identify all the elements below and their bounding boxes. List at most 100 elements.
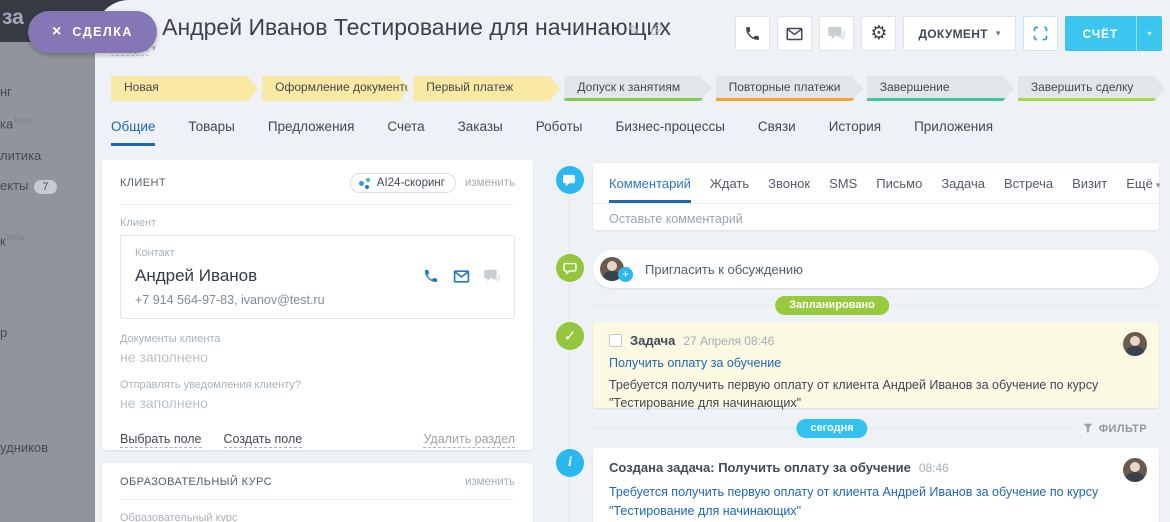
tab-roboty[interactable]: Роботы [536, 119, 583, 146]
close-deal-slider-button[interactable]: × СДЕЛКА [28, 11, 157, 53]
task-checkbox[interactable] [609, 334, 622, 347]
client-edit-link[interactable]: изменить [465, 177, 515, 189]
timeline-tab-zhdat[interactable]: Ждать [710, 176, 749, 203]
left-sidebar: нг каbeta литика екты7 кbeta р удников [0, 42, 95, 522]
task-datetime: 27 Апреля 08:46 [683, 334, 774, 348]
client-docs-label: Документы клиента [120, 333, 515, 345]
contact-mail-icon[interactable] [453, 270, 470, 288]
sidebar-item-3[interactable]: литика [0, 148, 41, 163]
task-type: Задача [630, 333, 675, 348]
course-edit-link[interactable]: изменить [465, 476, 515, 488]
discussion-entry-icon [556, 254, 584, 282]
task-entry-icon: ✓ [556, 322, 584, 350]
open-fullscreen-button[interactable] [1023, 16, 1058, 51]
course-section-title: ОБРАЗОВАТЕЛЬНЫЙ КУРС [120, 476, 272, 488]
gear-icon: ⚙ [870, 24, 887, 43]
backdrop-partial-text: за [2, 6, 24, 30]
chat-icon [828, 26, 845, 41]
stage-zavershenie[interactable]: Завершение [867, 76, 1014, 101]
invoice-split-button: СЧЁТ ▾ [1065, 16, 1162, 51]
tab-biznes-processy[interactable]: Бизнес-процессы [615, 119, 724, 146]
email-button[interactable] [777, 16, 812, 51]
event-title: Создана задача: Получить оплату за обуче… [609, 460, 911, 475]
today-badge: сегодня [796, 419, 867, 438]
document-button[interactable]: ДОКУМЕНТ ▾ [903, 16, 1015, 51]
sidebar-item-5[interactable]: кbeta [0, 232, 24, 248]
contact-info: +7 914 564-97-83, ivanov@test.ru [135, 293, 500, 307]
invoice-dropdown-button[interactable]: ▾ [1136, 16, 1162, 51]
client-field-label: Клиент [120, 217, 515, 229]
client-section-title: КЛИЕНТ [120, 177, 166, 189]
ai-scoring-button[interactable]: AI24-скоринг [350, 173, 456, 193]
filter-icon [1083, 423, 1093, 436]
tab-predlozheniya[interactable]: Предложения [268, 119, 355, 146]
event-description-link[interactable]: Требуется получить первую оплату от клие… [609, 483, 1129, 521]
contact-label: Контакт [135, 247, 500, 259]
timeline-tab-more[interactable]: Ещё▾ [1126, 176, 1160, 203]
task-title-link[interactable]: Получить оплату за обучение [609, 356, 1143, 370]
chat-button[interactable] [819, 16, 854, 51]
chevron-down-icon: ▾ [996, 28, 1001, 39]
client-notify-label: Отправлять уведомления клиенту? [120, 379, 515, 391]
sidebar-item-4[interactable]: екты7 [0, 178, 57, 194]
stage-pervyj-platezh[interactable]: Первый платеж [413, 76, 560, 101]
select-field-link[interactable]: Выбрать поле [120, 432, 202, 448]
invite-to-discussion[interactable]: + Пригласить к обсуждению [593, 250, 1159, 288]
timeline-composer: Комментарий Ждать Звонок SMS Письмо Зада… [593, 163, 1159, 230]
create-field-link[interactable]: Создать поле [224, 432, 303, 448]
tab-obshchie[interactable]: Общие [111, 119, 155, 146]
stage-dopusk-k-zanyatiyam[interactable]: Допуск к занятиям [564, 76, 711, 101]
tab-tovary[interactable]: Товары [188, 119, 234, 146]
chevron-down-icon: ▾ [1147, 29, 1151, 38]
sidebar-item-1[interactable]: нг [0, 84, 12, 99]
stage-zavershit-sdelku[interactable]: Завершить сделку [1018, 76, 1165, 101]
sidebar-item-2[interactable]: каbeta [0, 115, 32, 131]
settings-button[interactable]: ⚙ [861, 16, 896, 51]
tab-scheta[interactable]: Счета [387, 119, 424, 146]
delete-section-link[interactable]: Удалить раздел [423, 432, 515, 448]
sidebar-item-7[interactable]: удников [0, 440, 48, 455]
chevron-down-icon: ▾ [1156, 180, 1161, 190]
comment-input[interactable]: Оставьте комментарий [593, 204, 1159, 234]
stage-povtornye-platezhi[interactable]: Повторные платежи [716, 76, 863, 101]
info-icon: i [568, 455, 572, 471]
beta-badge: beta [14, 115, 32, 125]
timeline-tab-zvonok[interactable]: Звонок [768, 176, 810, 203]
avatar [1123, 458, 1147, 482]
timeline-tab-pismo[interactable]: Письмо [876, 176, 922, 203]
phone-icon [744, 25, 761, 42]
deal-tabs: Общие Товары Предложения Счета Заказы Ро… [111, 119, 993, 146]
tab-istoriya[interactable]: История [829, 119, 881, 146]
timeline-tab-vstrecha[interactable]: Встреча [1004, 176, 1053, 203]
task-timeline-card: Задача 27 Апреля 08:46 Получить оплату з… [593, 322, 1159, 408]
stage-oformlenie-dokumentov[interactable]: Оформление документов [262, 76, 409, 101]
tab-zakazy[interactable]: Заказы [458, 119, 503, 146]
task-description: Требуется получить первую оплату от клие… [609, 376, 1109, 412]
deal-slider-screen: за нг каbeta литика екты7 кbeta р уднико… [0, 0, 1170, 522]
planned-badge: Запланировано [775, 296, 889, 315]
event-time: 08:46 [919, 461, 949, 475]
task-created-event-card: Создана задача: Получить оплату за обуче… [593, 448, 1159, 522]
expand-icon [1033, 26, 1048, 41]
timeline-tab-kommentarij[interactable]: Комментарий [609, 176, 691, 203]
sidebar-item-6[interactable]: р [0, 325, 7, 340]
info-entry-icon: i [556, 449, 584, 477]
beta-badge: beta [7, 232, 25, 242]
comment-entry-icon [556, 166, 584, 194]
contact-call-icon[interactable] [423, 268, 439, 289]
stage-novaya[interactable]: Новая [111, 76, 258, 101]
contact-chat-icon[interactable] [484, 269, 500, 288]
timeline-tab-zadacha[interactable]: Задача [941, 176, 985, 203]
edit-title-icon[interactable]: ✎ [628, 22, 640, 39]
call-button[interactable] [735, 16, 770, 51]
timeline-filter-button[interactable]: ФИЛЬТР [1071, 419, 1159, 439]
add-user-icon: + [618, 267, 633, 282]
tab-prilozheniya[interactable]: Приложения [914, 119, 993, 146]
invoice-button[interactable]: СЧЁТ [1065, 16, 1136, 51]
timeline-tab-vizit[interactable]: Визит [1072, 176, 1107, 203]
check-icon: ✓ [564, 327, 577, 345]
counter-badge: 7 [34, 180, 56, 194]
tab-svyazi[interactable]: Связи [758, 119, 796, 146]
timeline-tab-sms[interactable]: SMS [829, 176, 857, 203]
copy-link-icon[interactable] [650, 23, 663, 39]
